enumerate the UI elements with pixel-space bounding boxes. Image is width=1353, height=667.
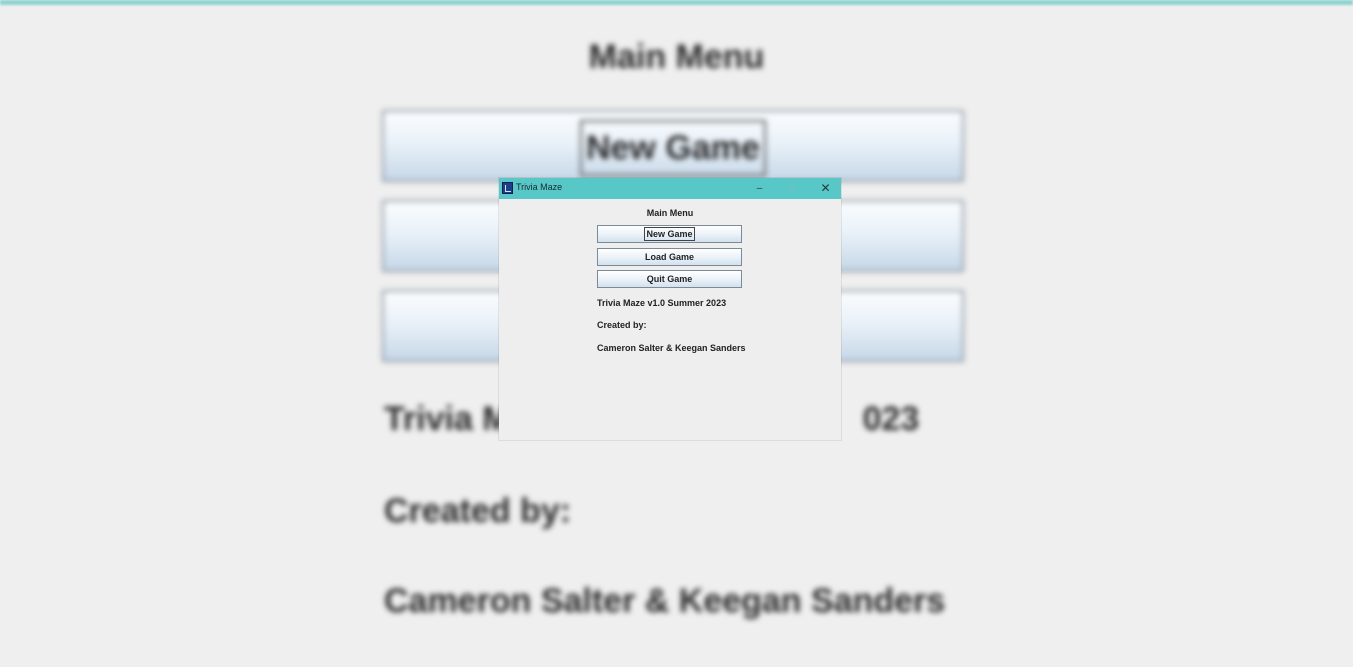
load-game-button[interactable]: Load Game: [597, 248, 742, 266]
new-game-button[interactable]: New Game: [597, 225, 742, 243]
minimize-icon[interactable]: –: [743, 178, 776, 199]
close-icon[interactable]: ✕: [809, 178, 842, 199]
bg-version-start: Trivia M: [384, 400, 511, 438]
bg-authors: Cameron Salter & Keegan Sanders: [384, 582, 946, 620]
created-by-label: Created by:: [597, 320, 647, 330]
quit-game-button[interactable]: Quit Game: [597, 270, 742, 288]
version-text: Trivia Maze v1.0 Summer 2023: [597, 298, 727, 308]
bg-new-game-button: New Game: [382, 110, 964, 182]
maximize-icon[interactable]: □: [776, 178, 809, 199]
bg-new-game-label: New Game: [580, 120, 766, 176]
main-menu-title: Main Menu: [646, 208, 694, 218]
new-game-label: New Game: [644, 227, 695, 241]
trivia-maze-window: Trivia Maze – □ ✕ Main Menu New Game Loa…: [499, 178, 841, 440]
desktop-stage: Main Menu New Game Trivia M 023 Created b…: [0, 0, 1353, 667]
title-bar[interactable]: Trivia Maze – □ ✕: [499, 178, 841, 199]
window-title: Trivia Maze: [516, 182, 563, 192]
bg-main-menu-title: Main Menu: [588, 38, 765, 76]
authors-text: Cameron Salter & Keegan Sanders: [597, 343, 746, 353]
bg-created-by: Created by:: [384, 492, 572, 530]
bg-version-end: 023: [862, 400, 920, 438]
main-menu-panel: Main Menu New Game Load Game Quit Game T…: [499, 199, 841, 440]
app-icon: [502, 182, 513, 194]
